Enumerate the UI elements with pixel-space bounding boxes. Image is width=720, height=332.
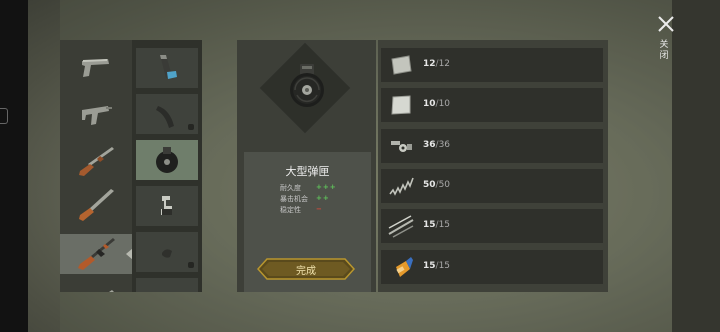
materials-panel: 12/12 10/10 36/36 50/50 15/15 15/15 [378,40,608,292]
material-row: 15/15 [381,209,603,243]
material-count: 15/15 [423,220,451,230]
part-slot-grip[interactable] [136,232,198,272]
steel-sheet-icon [391,95,411,115]
material-count: 12/12 [423,59,451,69]
metal-plate-icon [391,55,412,75]
stat-row-stability: 稳定性 − [280,205,322,215]
weapon-slot-shotgun[interactable] [60,141,132,181]
weapon-slot-assault-rifle[interactable] [60,234,132,274]
stat-value: +++ [316,183,337,191]
shotgun-icon [79,147,114,176]
material-row: 50/50 [381,169,603,203]
glue-tube-icon [396,257,413,277]
lock-icon [188,262,194,268]
material-row: 36/36 [381,129,603,163]
stat-label: 暴击机会 [280,195,308,203]
part-list [132,40,202,292]
rifle-icon [109,290,114,292]
curved-magazine-icon [156,106,174,128]
spring-icon [389,177,414,196]
drum-magazine-icon [290,64,324,107]
nuts-bolts-icon [391,141,412,152]
material-count: 50/50 [423,180,451,190]
done-button-label: 完成 [296,266,316,277]
scope-mount-icon [161,196,172,215]
stat-label: 稳定性 [280,206,301,214]
part-slot-curved-magazine[interactable] [136,94,198,134]
item-detail-panel: 大型弹匣 耐久度 +++ 暴击机会 ++ 稳定性 − 完成 [237,40,376,292]
stat-row-crit-chance: 暴击机会 ++ [280,194,329,204]
magazine-icon [160,55,177,79]
item-name: 大型弹匣 [285,165,330,178]
double-barrel-shotgun-icon [79,189,114,221]
assault-rifle-icon [78,238,115,270]
part-slot-scope-mount[interactable] [136,186,198,226]
weapon-slot-rifle[interactable] [60,278,132,292]
material-count: 10/10 [423,99,451,109]
material-count: 15/15 [423,261,451,271]
part-slot-magazine[interactable] [136,48,198,88]
uzi-icon [82,106,112,125]
stat-row-durability: 耐久度 +++ [280,183,336,193]
side-handle [0,108,8,124]
weapon-slot-pistol[interactable] [60,48,132,88]
pistol-icon [82,59,109,77]
material-row: 15/15 [381,250,603,284]
material-count: 36/36 [423,140,451,150]
close-label[interactable]: 关闭 [658,40,670,62]
stat-label: 耐久度 [280,184,301,192]
done-button[interactable]: 完成 [256,258,356,280]
stat-value: − [316,205,323,213]
weapon-slot-double-barrel[interactable] [60,185,132,225]
material-row: 12/12 [381,48,603,82]
lock-icon [188,124,194,130]
stat-value: ++ [316,194,330,202]
metal-rods-icon [388,215,414,238]
part-slot-drum-magazine[interactable] [136,140,198,180]
weapon-slot-uzi[interactable] [60,94,132,134]
close-icon[interactable] [655,13,677,35]
grip-icon [162,249,172,258]
right-edge [672,0,720,332]
weapon-list [60,40,132,292]
left-edge [0,0,28,332]
material-row: 10/10 [381,88,603,122]
part-slot-extra[interactable] [136,278,198,292]
drum-magazine-icon [156,147,178,173]
